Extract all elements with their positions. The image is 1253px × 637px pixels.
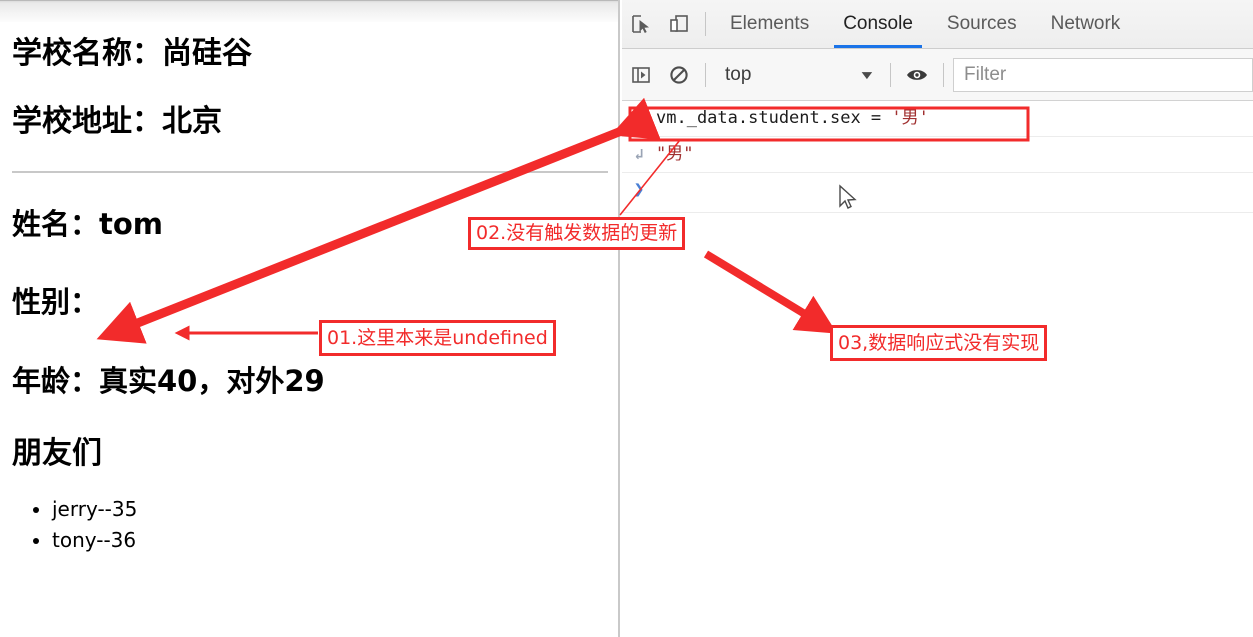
student-sex-line: 性别： bbox=[12, 285, 100, 320]
console-output-row[interactable]: ↲ "男" bbox=[622, 137, 1253, 173]
friends-heading: 朋友们 bbox=[12, 436, 102, 472]
clear-console-icon[interactable] bbox=[660, 56, 698, 94]
eye-glyph bbox=[907, 69, 927, 80]
school-name-value: 尚硅谷 bbox=[162, 36, 252, 71]
rendered-page-pane: 学校名称：尚硅谷 学校地址：北京 姓名：tom 性别： 年龄：真实40，对外29… bbox=[0, 0, 620, 637]
execution-context-select[interactable]: top ▼ bbox=[713, 58, 883, 92]
chevron-right-icon: ❯ bbox=[633, 179, 645, 200]
console-output-value: "男" bbox=[656, 144, 694, 164]
devtools-tabbar: Elements Console Sources Network bbox=[622, 0, 1253, 49]
chevron-down-icon: ▼ bbox=[858, 67, 876, 82]
device-toolbar-icon[interactable] bbox=[660, 5, 698, 43]
devtools-panel: Elements Console Sources Network top ▼ F… bbox=[622, 0, 1253, 637]
console-input-expression: vm._data.student.sex = '男' bbox=[656, 105, 929, 131]
annotation-text: 02.没有触发数据的更新 bbox=[476, 222, 678, 244]
page-content: 学校名称：尚硅谷 学校地址：北京 姓名：tom 性别： 年龄：真实40，对外29… bbox=[0, 22, 618, 556]
school-address-label: 学校地址： bbox=[12, 103, 162, 139]
tab-label: Console bbox=[843, 13, 913, 34]
inspect-element-icon[interactable] bbox=[622, 5, 660, 43]
chevron-right-icon: ❯ bbox=[633, 107, 645, 128]
console-input-row[interactable]: ❯ vm._data.student.sex = '男' bbox=[622, 101, 1253, 137]
tab-network[interactable]: Network bbox=[1034, 0, 1138, 48]
school-name-heading: 学校名称：尚硅谷 bbox=[12, 38, 608, 70]
browser-chrome-strip bbox=[0, 0, 618, 22]
tab-elements[interactable]: Elements bbox=[713, 0, 826, 48]
toolbar-divider bbox=[705, 12, 706, 36]
school-name-label: 学校名称： bbox=[12, 36, 162, 71]
console-toolbar: top ▼ bbox=[622, 49, 1253, 101]
annotation-box-03[interactable]: 03,数据响应式没有实现 bbox=[830, 325, 1048, 361]
list-item: jerry--35 bbox=[52, 494, 608, 525]
section-divider bbox=[12, 171, 608, 173]
expression-string-literal: '男' bbox=[891, 108, 929, 128]
tab-sources[interactable]: Sources bbox=[930, 0, 1034, 48]
toolbar-divider bbox=[890, 62, 891, 87]
school-address-heading: 学校地址：北京 bbox=[12, 103, 608, 139]
tab-console[interactable]: Console bbox=[826, 0, 930, 48]
screenshot-root: 学校名称：尚硅谷 学校地址：北京 姓名：tom 性别： 年龄：真实40，对外29… bbox=[0, 0, 1253, 637]
tab-label: Network bbox=[1050, 13, 1121, 34]
annotation-box-01[interactable]: 01.这里本来是undefined bbox=[319, 320, 556, 356]
console-prompt-row[interactable]: ❯ bbox=[622, 173, 1253, 213]
clear-console-glyph bbox=[670, 65, 688, 84]
execution-context-value: top bbox=[725, 63, 752, 85]
expression-text: vm._data.student.sex = bbox=[656, 108, 892, 128]
annotation-text: 03,数据响应式没有实现 bbox=[838, 331, 1040, 354]
list-item: tony--36 bbox=[52, 525, 608, 556]
toolbar-divider bbox=[705, 62, 706, 87]
console-sidebar-glyph bbox=[632, 66, 650, 83]
device-toolbar-glyph bbox=[670, 15, 688, 32]
inspect-element-glyph bbox=[632, 15, 649, 33]
console-message-list: ❯ vm._data.student.sex = '男' ↲ "男" ❯ bbox=[622, 101, 1253, 213]
filter-input[interactable] bbox=[953, 57, 1253, 92]
annotation-box-02[interactable]: 02.没有触发数据的更新 bbox=[468, 217, 686, 250]
annotation-text: 01.这里本来是undefined bbox=[327, 326, 548, 349]
live-expression-eye-icon[interactable] bbox=[898, 56, 936, 94]
student-age-line: 年龄：真实40，对外29 bbox=[12, 363, 325, 398]
tab-label: Elements bbox=[730, 13, 810, 34]
friends-list: jerry--35 tony--36 bbox=[52, 494, 608, 556]
school-address-value: 北京 bbox=[162, 103, 222, 139]
return-value-arrow-icon: ↲ bbox=[634, 145, 644, 163]
tab-label: Sources bbox=[946, 13, 1017, 34]
toolbar-divider bbox=[943, 62, 944, 87]
console-sidebar-icon[interactable] bbox=[622, 56, 660, 94]
